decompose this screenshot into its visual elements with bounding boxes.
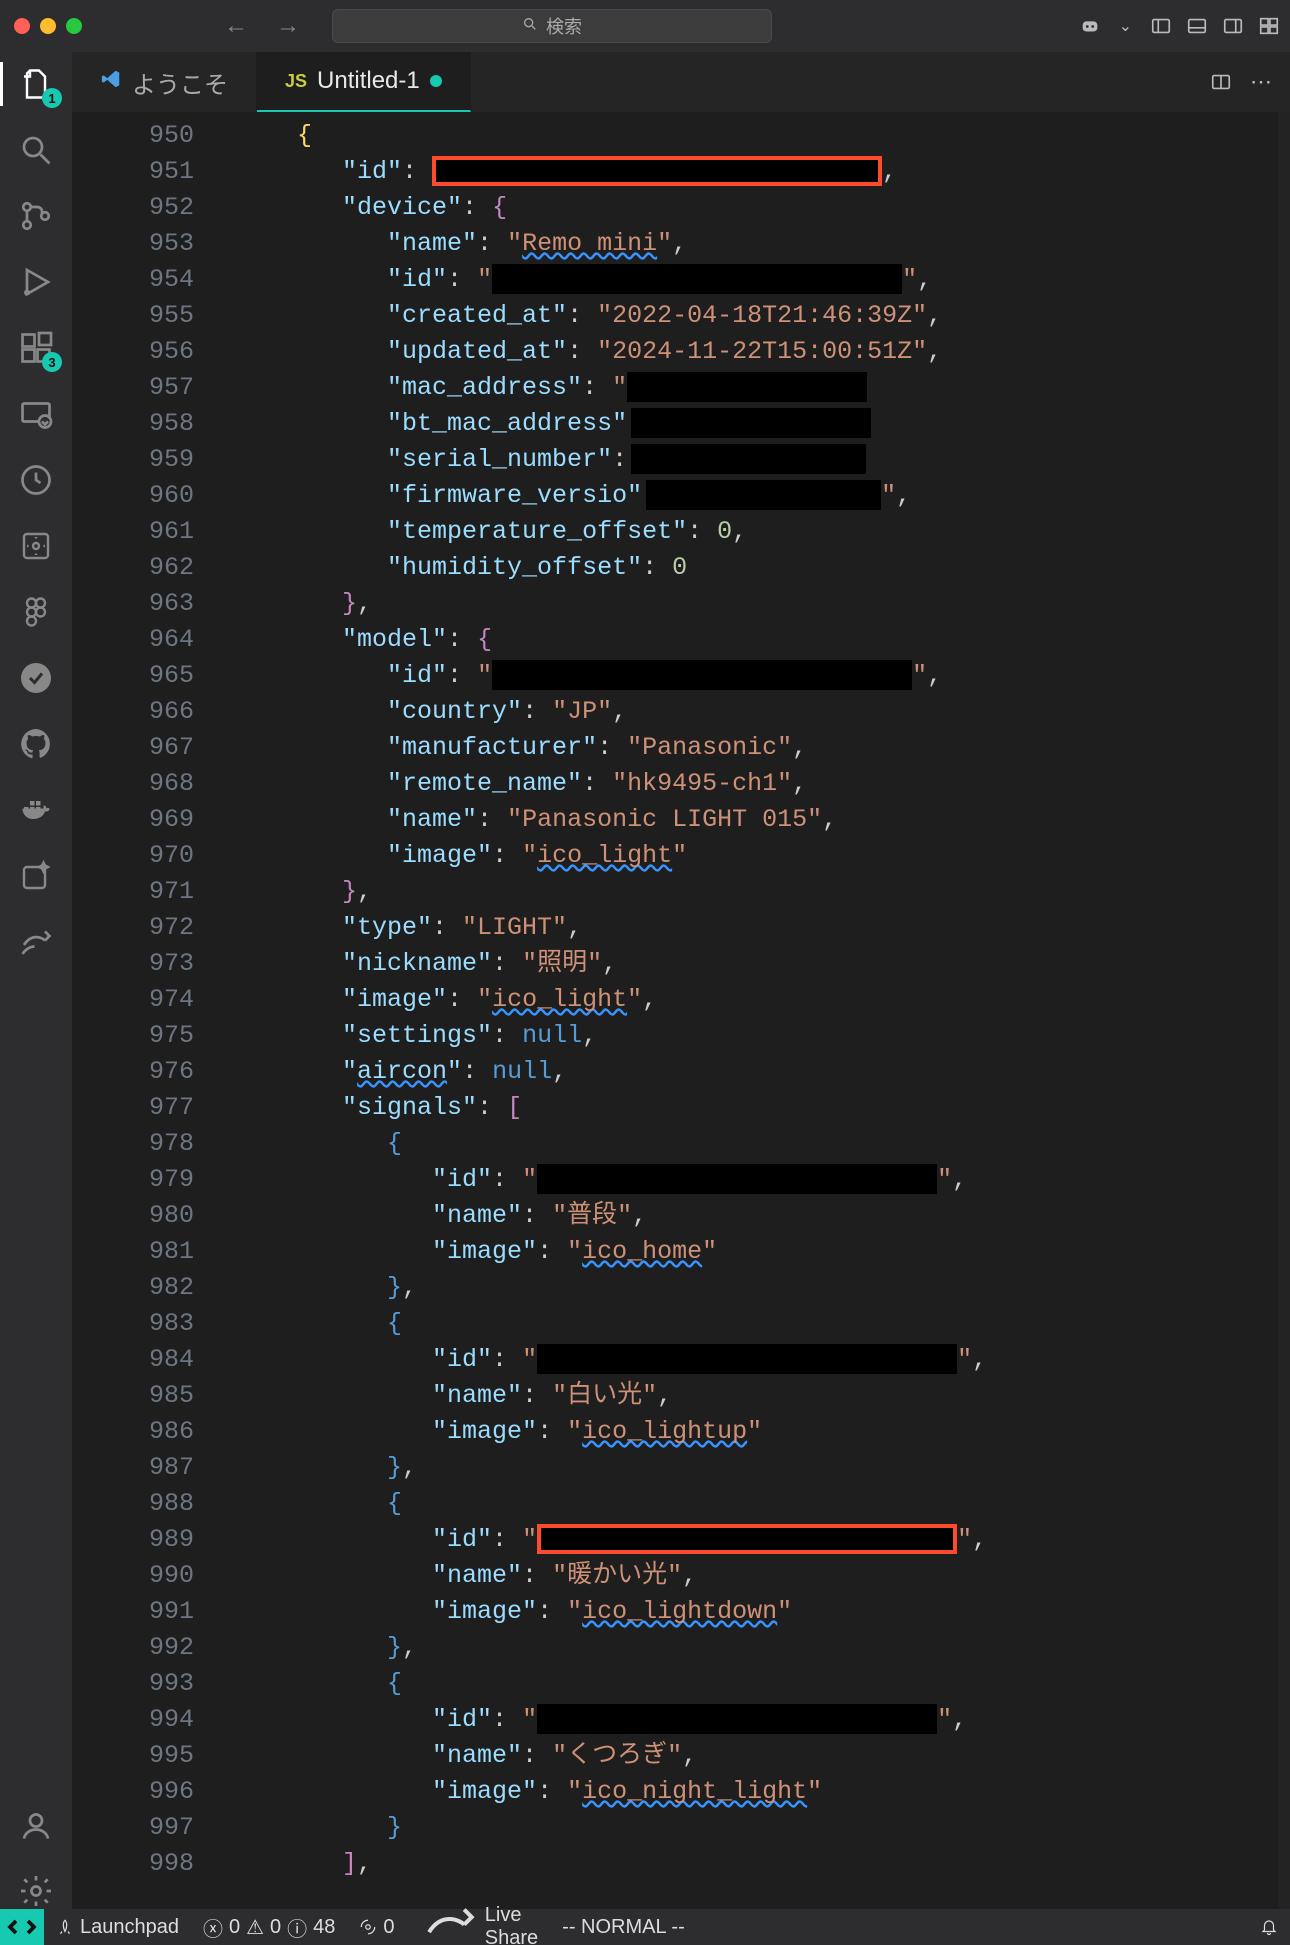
status-bar: Launchpad ⓧ0 ⚠0 ⓘ48 0 Live Share -- NORM… (0, 1909, 1290, 1945)
activity-explorer[interactable]: 1 (18, 66, 54, 102)
info-icon: ⓘ (287, 1913, 307, 1942)
activity-account[interactable] (18, 1807, 54, 1843)
search-icon (522, 16, 538, 37)
status-vim-mode[interactable]: -- NORMAL -- (550, 1916, 697, 1939)
customize-layout-icon[interactable] (1258, 15, 1280, 37)
command-center-search[interactable]: 検索 (332, 9, 772, 43)
toggle-sidebar-left-icon[interactable] (1150, 15, 1172, 37)
error-icon: ⓧ (203, 1913, 223, 1942)
nav-back-button[interactable]: ← (214, 8, 258, 44)
activity-figma[interactable] (18, 594, 54, 630)
tab-welcome-label: ようこそ (132, 65, 228, 100)
close-window-icon[interactable] (14, 18, 30, 34)
js-file-icon: JS (285, 71, 307, 92)
activity-settings[interactable] (18, 1873, 54, 1909)
activity-share[interactable] (18, 924, 54, 960)
split-editor-icon[interactable] (1210, 71, 1232, 93)
activity-sparkle[interactable] (18, 858, 54, 894)
tab-welcome[interactable]: ようこそ (72, 52, 257, 112)
activity-source-control[interactable] (18, 198, 54, 234)
toggle-panel-icon[interactable] (1186, 15, 1208, 37)
window-controls (14, 18, 82, 34)
copilot-icon[interactable] (1079, 15, 1101, 37)
extensions-badge: 3 (42, 352, 62, 372)
vscode-icon (100, 68, 122, 97)
remote-indicator[interactable] (0, 1909, 44, 1945)
activity-settings-extra[interactable] (18, 528, 54, 564)
activity-docker[interactable] (18, 792, 54, 828)
minimize-window-icon[interactable] (40, 18, 56, 34)
status-problems[interactable]: ⓧ0 ⚠0 ⓘ48 (191, 1913, 347, 1942)
status-notifications[interactable] (1248, 1918, 1290, 1936)
line-number-gutter: 9509519529539549559569579589599609619629… (72, 112, 222, 1909)
activity-timeline[interactable] (18, 462, 54, 498)
minimap[interactable] (1278, 112, 1290, 1909)
nav-forward-button[interactable]: → (266, 8, 310, 44)
activity-extensions[interactable]: 3 (18, 330, 54, 366)
chevron-down-icon[interactable]: ⌄ (1119, 16, 1132, 36)
status-launchpad[interactable]: Launchpad (44, 1916, 191, 1939)
more-actions-icon[interactable]: ⋯ (1250, 69, 1272, 95)
status-ports[interactable]: 0 (347, 1916, 406, 1939)
tab-untitled-1[interactable]: JS Untitled-1 (257, 52, 471, 112)
tab-untitled-label: Untitled-1 (317, 67, 420, 95)
activity-search[interactable] (18, 132, 54, 168)
warning-icon: ⚠ (246, 1915, 264, 1940)
title-bar: ← → 検索 ⌄ (0, 0, 1290, 52)
activity-test-pass[interactable] (18, 660, 54, 696)
editor-tabs: ようこそ JS Untitled-1 ⋯ (72, 52, 1290, 112)
toggle-sidebar-right-icon[interactable] (1222, 15, 1244, 37)
activity-github[interactable] (18, 726, 54, 762)
activity-remote-explorer[interactable] (18, 396, 54, 432)
explorer-badge: 1 (42, 88, 62, 108)
code-editor[interactable]: 9509519529539549559569579589599609619629… (72, 112, 1290, 1909)
activity-bar: 1 3 (0, 52, 72, 1909)
unsaved-dot-icon (430, 75, 442, 87)
maximize-window-icon[interactable] (66, 18, 82, 34)
activity-run-debug[interactable] (18, 264, 54, 300)
code-content: { "id": , "device": { "name": "Remo mini… (248, 112, 1290, 1909)
search-placeholder: 検索 (546, 13, 582, 39)
